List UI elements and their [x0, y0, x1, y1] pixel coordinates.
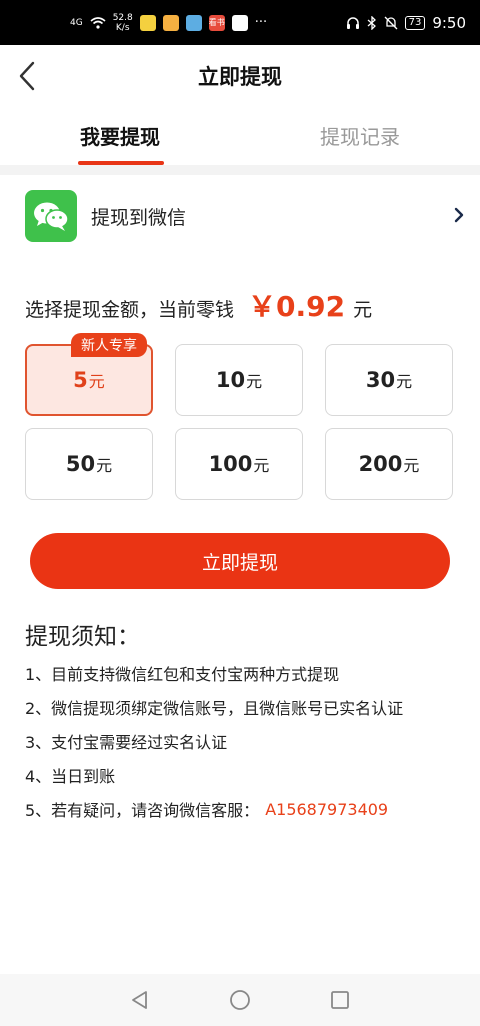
system-nav-bar [0, 974, 480, 1026]
app-notification-icon [139, 14, 156, 31]
amount-option-unit: 元 [396, 372, 413, 391]
note-text: 1、目前支持微信红包和支付宝两种方式提现 [25, 665, 340, 684]
note-item: 2、微信提现须绑定微信账号，且微信账号已实名认证 [25, 690, 465, 724]
note-item: 1、目前支持微信红包和支付宝两种方式提现 [25, 656, 465, 690]
balance-line: 选择提现金额，当前零钱 ￥0.92 元 [25, 285, 465, 329]
amount-option-value: 50 [65, 452, 96, 476]
status-bar: 4G 52.8 K/s 看书 ··· 73 9:50 [0, 0, 480, 45]
note-item: 3、支付宝需要经过实名认证 [25, 724, 465, 758]
submit-button-label: 立即提现 [201, 551, 278, 574]
balance-value: ￥0.92 [248, 290, 346, 323]
back-arrow-icon [19, 61, 35, 91]
speed-unit: K/s [115, 22, 130, 33]
amount-option-value: 5 [73, 368, 88, 392]
note-text: 5、若有疑问，请咨询微信客服： [25, 801, 260, 820]
status-right: 73 9:50 [346, 14, 466, 32]
amount-option-value: 200 [358, 452, 403, 476]
note-item: 4、当日到账 [25, 758, 465, 792]
tab-withdraw-history[interactable]: 提现记录 [240, 107, 480, 165]
app-notification-icon: 看书 [208, 14, 225, 31]
network-indicator: 4G [70, 17, 83, 28]
nav-home-icon[interactable] [229, 989, 251, 1011]
tab-label: 我要提现 [80, 125, 160, 149]
status-time: 9:50 [432, 13, 466, 32]
notes-title: 提现须知： [25, 624, 140, 650]
customer-service-id[interactable]: A15687973409 [265, 800, 388, 819]
amount-option-value: 10 [215, 368, 246, 392]
tab-label: 提现记录 [320, 125, 400, 149]
withdraw-method-label: 提现到微信 [91, 206, 187, 229]
wechat-icon [25, 190, 77, 242]
battery-indicator: 73 [404, 15, 426, 30]
speed-value: 52.8 [112, 12, 133, 23]
app-notification-icon [231, 14, 248, 31]
headphones-icon [346, 16, 359, 29]
amount-option-value: 100 [208, 452, 253, 476]
amount-prompt: 选择提现金额，当前零钱 [25, 299, 235, 321]
amount-option-value: 30 [365, 368, 396, 392]
withdraw-submit-button[interactable]: 立即提现 [30, 533, 450, 589]
app-header: 立即提现 [0, 45, 480, 107]
section-divider [0, 165, 480, 175]
page-title: 立即提现 [198, 65, 282, 89]
tab-bar: 我要提现 提现记录 [0, 107, 480, 165]
note-item: 5、若有疑问，请咨询微信客服： A15687973409 [25, 792, 465, 826]
amount-option-10[interactable]: 10 元 [175, 344, 303, 416]
amount-option-30[interactable]: 30 元 [325, 344, 453, 416]
status-left: 4G 52.8 K/s 看书 ··· [70, 13, 267, 33]
mute-icon [384, 16, 398, 29]
back-button[interactable] [12, 59, 42, 93]
amount-option-100[interactable]: 100 元 [175, 428, 303, 500]
app-notification-icon [162, 14, 179, 31]
amount-options: 新人专享 5 元 10 元 30 元 50 元 100 元 200 元 [25, 333, 453, 500]
amount-option-unit: 元 [253, 456, 270, 475]
chevron-right-icon [454, 207, 464, 223]
amount-option-unit: 元 [88, 372, 105, 391]
new-user-badge: 新人专享 [71, 333, 147, 357]
amount-option-unit: 元 [246, 372, 263, 391]
wifi-icon [90, 16, 106, 29]
notes-list: 1、目前支持微信红包和支付宝两种方式提现 2、微信提现须绑定微信账号，且微信账号… [25, 656, 465, 826]
tab-withdraw[interactable]: 我要提现 [0, 107, 240, 165]
nav-recents-icon[interactable] [329, 989, 351, 1011]
bluetooth-icon [367, 15, 376, 30]
amount-option-200[interactable]: 200 元 [325, 428, 453, 500]
more-notifications: ··· [254, 15, 268, 30]
amount-option-unit: 元 [403, 456, 420, 475]
note-text: 3、支付宝需要经过实名认证 [25, 733, 228, 752]
network-speed: 52.8 K/s [113, 13, 133, 33]
withdraw-method-row[interactable]: 提现到微信 [25, 188, 465, 244]
amount-option-50[interactable]: 50 元 [25, 428, 153, 500]
amount-option-unit: 元 [96, 456, 113, 475]
note-text: 4、当日到账 [25, 767, 116, 786]
amount-option-5[interactable]: 新人专享 5 元 [25, 333, 153, 416]
note-text: 2、微信提现须绑定微信账号，且微信账号已实名认证 [25, 699, 404, 718]
balance-unit: 元 [353, 299, 373, 321]
nav-back-icon[interactable] [129, 989, 151, 1011]
app-notification-icon [185, 14, 202, 31]
